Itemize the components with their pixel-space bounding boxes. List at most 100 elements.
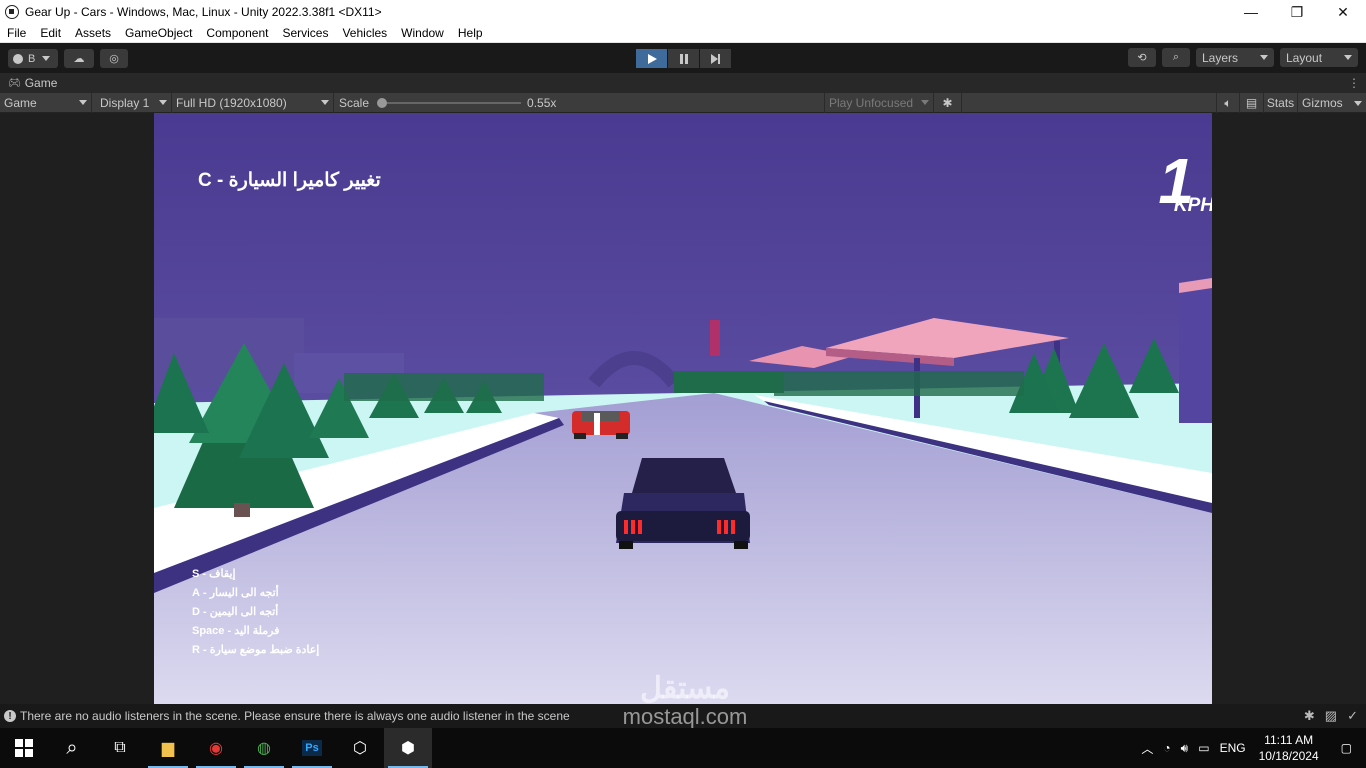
- menu-help[interactable]: Help: [451, 26, 490, 40]
- task-view-icon: ⧉: [114, 739, 126, 756]
- scale-label: Scale: [339, 95, 370, 110]
- unity-icon: ⬢: [401, 740, 415, 757]
- menu-edit[interactable]: Edit: [33, 26, 68, 40]
- collab-icon: ◎: [109, 53, 119, 65]
- debug-icon[interactable]: ✱: [1304, 708, 1315, 724]
- layers-dropdown[interactable]: Layers: [1196, 48, 1274, 67]
- menu-services[interactable]: Services: [275, 26, 335, 40]
- volume-icon[interactable]: 🔊︎: [1176, 741, 1194, 756]
- unity-hub-icon: ⬡: [353, 740, 367, 757]
- menu-file[interactable]: File: [0, 26, 33, 40]
- chevron-down-icon: [1344, 55, 1352, 60]
- taskbar-unity-editor[interactable]: ⬢: [384, 728, 432, 768]
- clock-date: 10/18/2024: [1258, 749, 1319, 763]
- taskbar-app-red[interactable]: ◉: [192, 728, 240, 768]
- console-message[interactable]: There are no audio listeners in the scen…: [20, 709, 570, 723]
- keyboard-icon: ▤: [1245, 96, 1258, 110]
- search-button[interactable]: ⌕: [48, 728, 96, 768]
- chevron-down-icon: [159, 100, 167, 105]
- taskbar-photoshop[interactable]: Ps: [288, 728, 336, 768]
- play-focus-dropdown[interactable]: Play Unfocused: [824, 92, 934, 113]
- status-icons: ✱ ▨ ✓: [1304, 708, 1358, 724]
- chevron-down-icon: [321, 100, 329, 105]
- layout-dropdown[interactable]: Layout: [1280, 48, 1358, 67]
- windows-taskbar: ⌕ ⧉ ▆ ◉ ◍ Ps ⬡ ⬢ ︿ ◔ 🔊︎ ▭ ENG 11:11 AM 1…: [0, 728, 1366, 768]
- tab-game-label: Game: [24, 76, 58, 90]
- record-icon: ◉: [209, 740, 223, 757]
- unity-logo-icon: [5, 5, 19, 19]
- display-label: Display 1: [100, 95, 150, 110]
- game-mode-dropdown[interactable]: Game: [0, 92, 92, 113]
- language-indicator[interactable]: ENG: [1215, 741, 1251, 755]
- flag-post: [710, 320, 720, 356]
- chevron-down-icon: [1260, 55, 1268, 60]
- window-title: Gear Up - Cars - Windows, Mac, Linux - U…: [25, 5, 382, 19]
- layers-label: Layers: [1202, 50, 1239, 65]
- tree-line-center: [674, 371, 784, 393]
- search-icon: ⌕: [1172, 51, 1180, 63]
- display-dropdown[interactable]: Display 1: [92, 92, 172, 113]
- cloud-button[interactable]: ☁: [64, 49, 94, 68]
- battery-icon[interactable]: ▭: [1193, 741, 1214, 755]
- start-button[interactable]: [0, 728, 48, 768]
- menu-assets[interactable]: Assets: [68, 26, 118, 40]
- right-toolbar: ⟲ ⌕ Layers Layout: [1128, 48, 1358, 67]
- check-icon[interactable]: ✓: [1347, 708, 1358, 724]
- gizmos-dropdown[interactable]: Gizmos: [1298, 93, 1366, 113]
- control-hint: أتجه الى اليسار - A: [192, 587, 279, 599]
- notification-icon[interactable]: ▢: [1327, 741, 1366, 755]
- scale-slider-knob[interactable]: [377, 97, 388, 108]
- opponent-car: [572, 411, 630, 439]
- account-dropdown[interactable]: B: [8, 49, 58, 68]
- tree-line-left: [344, 373, 544, 401]
- watermark-latin: mostaql.com: [622, 704, 748, 729]
- close-button[interactable]: ✕: [1320, 0, 1366, 24]
- taskbar-file-explorer[interactable]: ▆: [144, 728, 192, 768]
- game-mode-label: Game: [4, 95, 37, 110]
- speaker-icon: 🔈︎: [1224, 95, 1232, 110]
- game-tab-bar: 🎮︎ Game ⋮: [0, 73, 1366, 93]
- pause-button[interactable]: [668, 49, 699, 68]
- search-icon: ⌕: [66, 736, 78, 759]
- history-icon: ⟲: [1137, 52, 1147, 64]
- menu-gameobject[interactable]: GameObject: [118, 26, 199, 40]
- step-button[interactable]: [700, 49, 731, 68]
- watermark-arabic: مستقل: [640, 672, 730, 705]
- game-viewport[interactable]: تغيير كاميرا السيارة - C 1 KPH إيقاف - S…: [154, 113, 1212, 704]
- taskbar-chrome[interactable]: ◍: [240, 728, 288, 768]
- menu-component[interactable]: Component: [199, 26, 275, 40]
- minimize-button[interactable]: —: [1228, 0, 1274, 24]
- scale-slider[interactable]: [377, 97, 522, 108]
- task-view-button[interactable]: ⧉: [96, 728, 144, 768]
- menu-bar: File Edit Assets GameObject Component Se…: [0, 24, 1366, 43]
- collab-button[interactable]: ◎: [100, 49, 128, 68]
- play-button[interactable]: [636, 49, 667, 68]
- chevron-down-icon: [42, 56, 51, 61]
- kebab-menu-icon[interactable]: ⋮: [1348, 76, 1360, 90]
- stats-label: Stats: [1266, 96, 1295, 110]
- debug-button[interactable]: ✱: [934, 92, 962, 113]
- chevron-up-icon[interactable]: ︿: [1136, 740, 1158, 757]
- stats-button[interactable]: Stats: [1264, 93, 1298, 113]
- keyboard-button[interactable]: ▤: [1240, 93, 1264, 113]
- window-controls: — ❐ ✕: [1228, 0, 1366, 24]
- network-icon[interactable]: ◔: [1158, 741, 1175, 755]
- speed-unit: KPH: [1173, 195, 1212, 216]
- progress-icon[interactable]: ▨: [1325, 708, 1337, 724]
- menu-vehicles[interactable]: Vehicles: [335, 26, 394, 40]
- taskbar-unity-hub[interactable]: ⬡: [336, 728, 384, 768]
- menu-window[interactable]: Window: [394, 26, 451, 40]
- clock[interactable]: 11:11 AM 10/18/2024: [1251, 732, 1327, 764]
- system-tray: ︿ ◔ 🔊︎ ▭ ENG 11:11 AM 10/18/2024 ▢: [1136, 728, 1366, 768]
- mute-audio-button[interactable]: 🔈︎: [1216, 93, 1240, 113]
- resolution-dropdown[interactable]: Full HD (1920x1080): [172, 92, 334, 113]
- history-button[interactable]: ⟲: [1128, 48, 1156, 67]
- maximize-button[interactable]: ❐: [1274, 0, 1320, 24]
- control-hint: إعادة ضبط موضع سيارة - R: [192, 644, 320, 656]
- chevron-down-icon: [1354, 100, 1362, 106]
- bug-icon: ✱: [942, 95, 953, 110]
- windows-icon: [15, 739, 33, 757]
- search-button[interactable]: ⌕: [1162, 48, 1190, 67]
- tab-game[interactable]: 🎮︎ Game: [0, 73, 65, 93]
- play-focus-label: Play Unfocused: [829, 95, 914, 110]
